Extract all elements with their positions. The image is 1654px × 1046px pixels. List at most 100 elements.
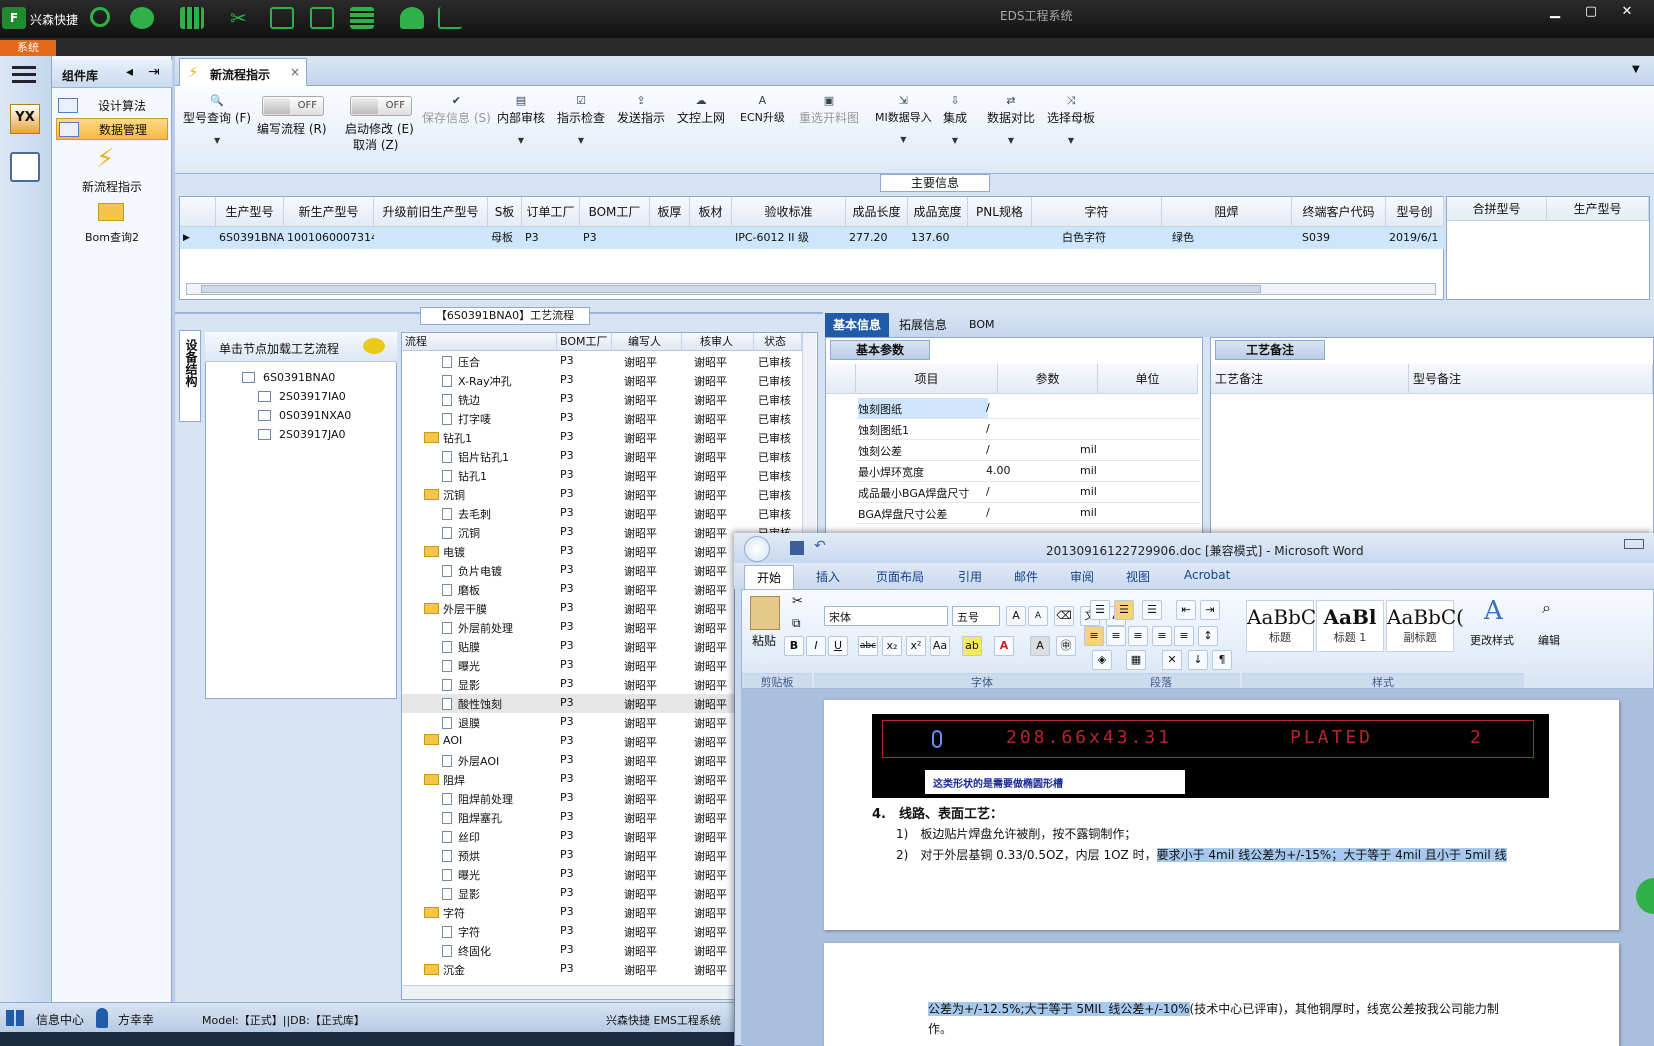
column-header[interactable]: 型号创 [1386,197,1444,227]
justify-icon[interactable]: ≡ [1152,626,1172,646]
column-header[interactable]: S板 [488,197,522,227]
lightning-icon[interactable]: ⚡ [96,146,122,172]
enclose-char-icon[interactable]: ㊥ [1056,636,1076,656]
nav-item-data-management[interactable]: 数据管理 [56,118,168,140]
flow-row[interactable]: 铝片钻孔1 P3 谢昭平 谢昭平 已审核 [402,447,802,466]
film-icon[interactable] [270,7,294,29]
save-info-button[interactable]: ✔ 保存信息 (S) [422,94,491,126]
side-tab-equipment[interactable]: 设备结构 [179,330,201,422]
multilevel-list-icon[interactable]: ☰ [1142,600,1162,620]
flow-row[interactable]: 去毛刺 P3 谢昭平 谢昭平 已审核 [402,504,802,523]
cell-solder-mask[interactable]: 绿色 [1162,227,1292,249]
cell-customer-code[interactable]: S039 [1292,227,1386,249]
data-compare-button[interactable]: ⇄ 数据对比 ▼ [987,94,1035,145]
save-icon[interactable] [790,541,804,555]
style-subtitle[interactable]: AaBbC(副标题 [1386,600,1464,652]
decrease-indent-icon[interactable]: ⇤ [1176,600,1196,620]
globe-icon[interactable] [130,7,154,29]
cell-thickness[interactable] [650,227,690,249]
new-flow-launcher[interactable]: 新流程指示 [62,178,162,195]
sort-icon[interactable]: ↓ [1188,650,1208,670]
office-button-icon[interactable] [744,536,770,562]
column-header[interactable]: BOM工厂 [580,197,650,227]
cell-pnl[interactable] [968,227,1032,249]
menu-icon[interactable] [12,66,36,69]
cell-new-model[interactable]: 10010600073144 [284,227,374,249]
user-icon[interactable] [400,7,424,29]
basic-param-row[interactable]: 蚀刻图纸 / [856,398,1200,419]
undo-icon[interactable]: ↶ [814,538,826,554]
calculator-icon[interactable] [10,152,40,182]
tab-close-icon[interactable]: × [290,65,300,79]
pin-icon[interactable]: ⇥ [148,64,160,80]
column-header[interactable]: 状态 [754,333,802,351]
cut-icon[interactable]: ✂ [792,594,803,609]
model-query-button[interactable]: 🔍 型号查询 (F) ▼ [183,94,251,145]
comment-icon[interactable] [363,338,385,354]
flow-row[interactable]: 沉铜 P3 谢昭平 谢昭平 已审核 [402,485,802,504]
tree-node[interactable]: 2S03917IA0 [258,390,346,403]
internal-review-button[interactable]: ▤ 内部审核 ▼ [497,94,545,145]
style-heading-1[interactable]: AaBl 标题 1 [1316,600,1384,652]
font-size-select[interactable]: 五号 [952,606,1000,626]
column-header[interactable]: 阻焊 [1162,197,1292,227]
column-header[interactable]: 核审人 [682,333,754,351]
align-right-icon[interactable]: ≡ [1128,626,1148,646]
row-indicator[interactable]: ▶ [180,227,216,249]
copy-icon[interactable]: ⧉ [792,616,801,631]
basic-param-row[interactable]: 蚀刻公差 / mil [856,440,1200,461]
cell-standard[interactable]: IPC-6012 II 级 [732,227,846,249]
show-marks-icon[interactable]: ¶ [1212,650,1232,670]
underline-icon[interactable]: U [828,636,848,656]
flow-row[interactable]: 铣边 P3 谢昭平 谢昭平 已审核 [402,390,802,409]
subscript-icon[interactable]: x₂ [882,636,902,656]
column-header[interactable]: 参数 [998,364,1098,394]
highlight-icon[interactable]: ab [962,636,982,656]
tab-dropdown-icon[interactable]: ▼ [1632,64,1640,75]
change-styles-icon[interactable]: A [1484,596,1503,626]
tab-mailings[interactable]: 邮件 [1014,568,1038,585]
superscript-icon[interactable]: x² [906,636,926,656]
cell-bom-factory[interactable]: P3 [580,227,650,249]
horizontal-scrollbar[interactable] [186,283,1436,295]
cell-length[interactable]: 277.20 [846,227,908,249]
column-header[interactable]: 生产型号 [216,197,284,227]
column-header[interactable]: 成品宽度 [908,197,968,227]
column-header[interactable]: 工艺备注 [1211,364,1409,394]
start-edit-toggle[interactable]: OFF [350,96,412,116]
checkbox[interactable] [258,410,271,421]
column-header[interactable]: 型号备注 [1409,364,1653,394]
paste-icon[interactable] [750,596,780,630]
cell-legend[interactable]: 白色字符 [1032,227,1162,249]
tab-page-layout[interactable]: 页面布局 [876,568,924,585]
minimize-button[interactable] [1624,539,1644,549]
column-header[interactable]: 流程 [402,333,557,351]
chart-icon[interactable] [438,7,462,29]
grid-icon[interactable] [180,7,204,29]
tab-references[interactable]: 引用 [958,568,982,585]
write-flow-toggle[interactable]: OFF [262,96,324,116]
clear-format-icon[interactable]: ⌫ [1054,606,1074,626]
column-header[interactable]: 升级前旧生产型号 [374,197,488,227]
search-icon[interactable] [90,7,110,27]
column-header[interactable]: 项目 [856,364,998,394]
strikethrough-icon[interactable]: abc [858,636,878,656]
tree-node[interactable]: 0S0391NXA0 [258,409,351,422]
tab-basic-info[interactable]: 基本信息 [825,313,890,337]
table-icon[interactable] [350,7,374,29]
basic-param-row[interactable]: 最小焊环宽度 4.00 mil [856,461,1200,482]
flow-row[interactable]: 压合 P3 谢昭平 谢昭平 已审核 [402,352,802,371]
font-family-select[interactable]: 宋体 [824,606,948,626]
grow-font-icon[interactable]: A [1006,606,1026,626]
cell-width[interactable]: 137.60 [908,227,968,249]
change-styles-label[interactable]: 更改样式 [1470,632,1514,648]
cancel-label[interactable]: 取消 (Z) [353,136,398,153]
tree-node[interactable]: 2S03917JA0 [258,428,346,441]
windows-icon[interactable] [6,1010,24,1026]
tab-acrobat[interactable]: Acrobat [1184,568,1230,582]
cell-model[interactable]: 6S0391BNA0 [216,227,284,249]
tab-view[interactable]: 视图 [1126,568,1150,585]
distribute-icon[interactable]: ≡ [1174,626,1194,646]
instruction-check-button[interactable]: ☑ 指示检查 ▼ [557,94,605,145]
line-spacing-icon[interactable]: ↕ [1198,626,1218,646]
